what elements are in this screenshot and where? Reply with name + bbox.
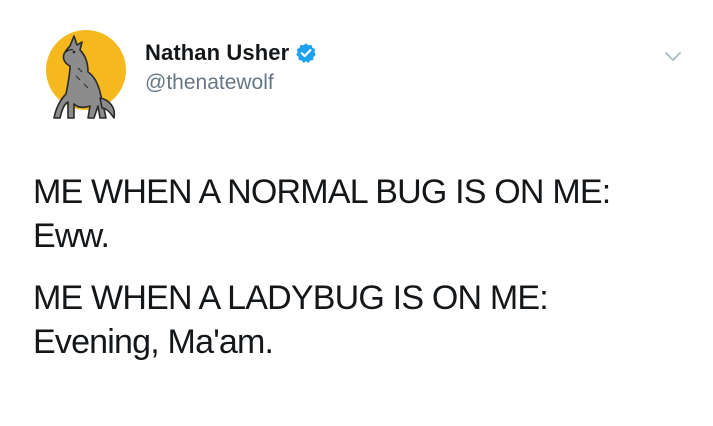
tweet-line: Evening, Ma'am.	[33, 323, 274, 361]
howling-wolf-moon-icon	[46, 30, 126, 119]
tweet-text: ME WHEN A NORMAL BUG IS ON ME: Eww. ME W…	[33, 170, 693, 364]
user-handle[interactable]: @thenatewolf	[145, 71, 317, 95]
tweet-line: Eww.	[33, 217, 110, 255]
tweet-header: Nathan Usher @thenatewolf	[145, 38, 317, 95]
tweet-card: Nathan Usher @thenatewolf ME WHEN A NORM…	[0, 0, 713, 426]
chevron-down-icon[interactable]	[663, 50, 683, 64]
display-name[interactable]: Nathan Usher	[145, 40, 289, 66]
tweet-line: ME WHEN A LADYBUG IS ON ME:	[33, 279, 549, 317]
tweet-line: ME WHEN A NORMAL BUG IS ON ME:	[33, 173, 611, 211]
name-row: Nathan Usher	[145, 38, 317, 68]
avatar[interactable]	[44, 28, 130, 124]
verified-badge-icon	[295, 42, 317, 64]
